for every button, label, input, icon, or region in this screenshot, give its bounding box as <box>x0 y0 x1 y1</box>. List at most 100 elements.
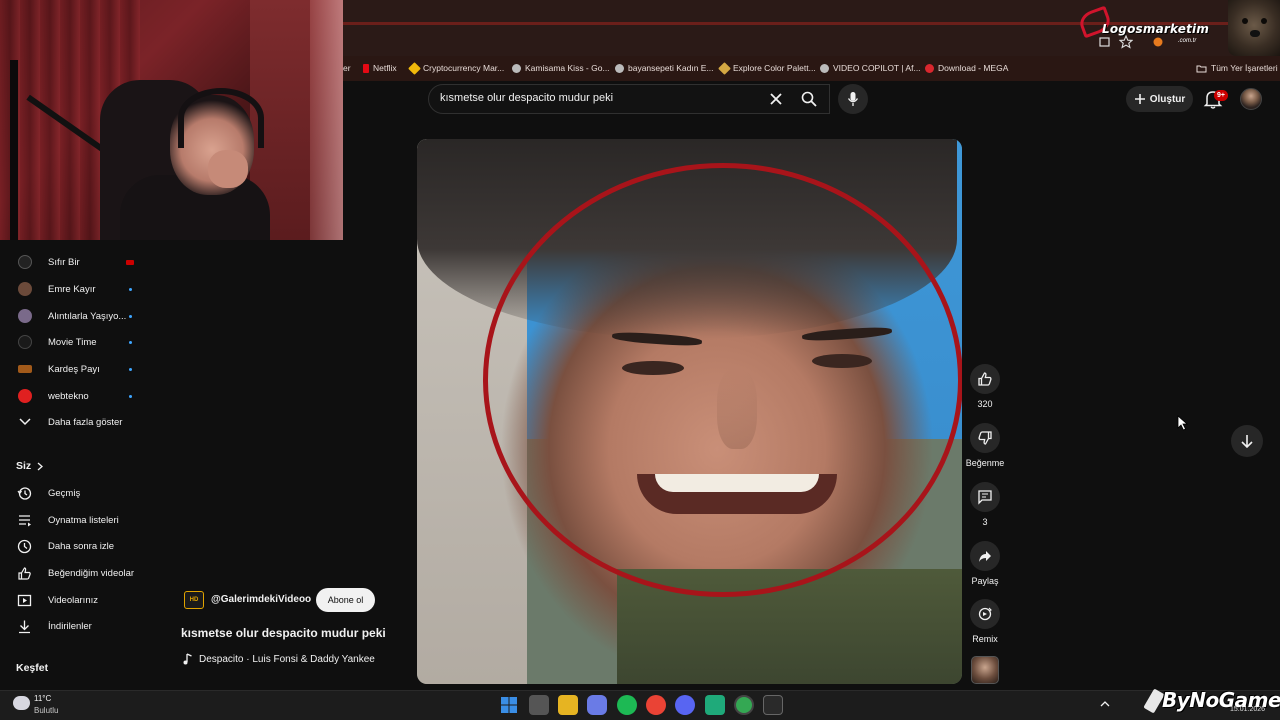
arrow-down-icon <box>1241 435 1253 448</box>
red-circle-highlight <box>483 163 962 597</box>
all-bookmarks-folder[interactable]: Tüm Yer İşaretleri <box>1196 63 1278 73</box>
search-button[interactable] <box>790 84 828 114</box>
next-short-button[interactable] <box>1231 425 1263 457</box>
sound-thumbnail[interactable] <box>971 656 999 684</box>
search-icon <box>801 91 817 107</box>
chevron-down-icon <box>17 415 32 430</box>
mega-icon <box>925 63 934 73</box>
bookmark-color-palette[interactable]: Explore Color Palett... <box>718 61 816 75</box>
create-button[interactable]: Oluştur <box>1126 86 1193 112</box>
new-content-dot <box>129 314 132 318</box>
channel-name: Sıfır Bir <box>48 256 80 268</box>
bookmark-netflix[interactable]: Netflix <box>363 63 397 73</box>
sidebar-item-watch-later[interactable]: Daha sonra izle <box>0 533 155 559</box>
like-button[interactable]: 320 <box>965 364 1005 409</box>
channel-avatar <box>17 335 32 350</box>
voice-search-button[interactable] <box>838 84 868 114</box>
bookmark-kamisama[interactable]: Kamisama Kiss - Go... <box>512 63 610 73</box>
comments-button[interactable]: 3 <box>965 482 1005 527</box>
bynogame-watermark: ByNoGame 15.01.2026 <box>1140 686 1280 720</box>
remix-button[interactable]: Remix <box>965 599 1005 644</box>
discord-icon[interactable] <box>675 695 695 715</box>
palette-icon <box>718 61 731 75</box>
channel-name: Emre Kayır <box>48 283 96 295</box>
new-content-dot <box>129 340 132 344</box>
you-heading-label: Siz <box>16 460 32 472</box>
dislike-label: Beğenme <box>965 458 1005 468</box>
epic-games-icon[interactable] <box>763 695 783 715</box>
thumbs-up-icon <box>978 372 992 386</box>
channel-name: Movie Time <box>48 336 97 348</box>
chevron-right-icon <box>37 462 44 470</box>
remix-icon <box>978 607 992 621</box>
sidebar-item-partial <box>0 238 155 244</box>
short-title: kısmetse olur despacito mudur peki <box>181 626 386 640</box>
account-avatar[interactable] <box>1240 88 1262 110</box>
spotify-icon[interactable] <box>617 695 637 715</box>
app-green-icon[interactable] <box>705 695 725 715</box>
music-label: Despacito · Luis Fonsi & Daddy Yankee <box>199 653 375 665</box>
dog-eye-left <box>1242 18 1248 24</box>
shorts-video-player[interactable] <box>417 139 962 684</box>
playlists-icon <box>17 513 32 528</box>
search-query[interactable]: kısmetse olur despacito mudur peki <box>440 92 613 104</box>
your-videos-label: Videolarınız <box>48 594 98 606</box>
sidebar-item-playlists[interactable]: Oynatma listeleri <box>0 507 155 533</box>
bookmark-label: er <box>343 63 351 73</box>
streamer-webcam <box>0 0 343 240</box>
bookmark-label: Netflix <box>373 63 397 73</box>
logosmarketim-logo: Logosmarketim .com.tr <box>1076 5 1220 50</box>
music-link[interactable]: Despacito · Luis Fonsi & Daddy Yankee <box>183 653 375 665</box>
downloads-label: İndirilenler <box>48 620 92 632</box>
sidebar-item-your-videos[interactable]: Videolarınız <box>0 587 155 613</box>
new-content-dot <box>129 287 132 291</box>
windows-start-icon[interactable] <box>499 695 519 715</box>
your-videos-icon <box>17 593 32 608</box>
bookmark-mega[interactable]: Download - MEGA <box>925 63 1008 73</box>
bookmark-item[interactable]: er <box>343 63 351 73</box>
weather-widget[interactable]: 11°C Bulutlu <box>13 693 93 717</box>
thumbs-down-icon <box>978 431 992 445</box>
channel-avatar <box>17 309 32 324</box>
chevron-up-icon[interactable] <box>1100 700 1110 708</box>
sidebar-subscription-kardes-payi[interactable]: Kardeş Payı <box>0 356 155 382</box>
task-view-icon[interactable] <box>529 695 549 715</box>
clear-search-icon[interactable] <box>767 90 785 108</box>
bookmark-bayansepeti[interactable]: bayansepeti Kadın E... <box>615 63 714 73</box>
dog-overlay-image <box>1228 0 1280 56</box>
sidebar-subscription-movie-time[interactable]: Movie Time <box>0 329 155 355</box>
share-icon <box>979 551 991 562</box>
sidebar-show-more[interactable]: Daha fazla göster <box>0 409 155 435</box>
subscribe-button[interactable]: Abone ol <box>316 588 375 612</box>
sidebar-subscription-emre-kayir[interactable]: Emre Kayır <box>0 276 155 302</box>
chrome-active-icon[interactable] <box>734 695 754 715</box>
history-icon <box>17 486 32 501</box>
liked-videos-icon <box>17 566 32 581</box>
file-explorer-icon[interactable] <box>558 695 578 715</box>
dislike-button[interactable]: Beğenme <box>965 423 1005 468</box>
chrome-icon[interactable] <box>646 695 666 715</box>
share-button[interactable]: Paylaş <box>965 541 1005 586</box>
like-count: 320 <box>977 399 993 409</box>
bookmark-video-copilot[interactable]: VIDEO COPILOT | Af... <box>820 63 921 73</box>
bookmark-label: bayansepeti Kadın E... <box>628 63 714 73</box>
sidebar-subscription-alintilarla[interactable]: Alıntılarla Yaşıyo... <box>0 303 155 329</box>
sidebar-subscription-sifir-bir[interactable]: Sıfır Bir <box>0 249 155 275</box>
sidebar-item-liked-videos[interactable]: Beğendiğim videolar <box>0 560 155 586</box>
channel-handle[interactable]: @GalerimdekiVideoo <box>211 594 311 605</box>
sidebar-subscription-webtekno[interactable]: webtekno <box>0 383 155 409</box>
sidebar-item-downloads[interactable]: İndirilenler <box>0 613 155 639</box>
microphone-icon <box>847 92 859 106</box>
sidebar-you-heading[interactable]: Siz <box>16 460 44 472</box>
channel-logo[interactable]: HD <box>184 591 204 609</box>
sidebar-item-history[interactable]: Geçmiş <box>0 480 155 506</box>
weather-condition: Bulutlu <box>34 706 59 715</box>
channel-name: webtekno <box>48 390 89 402</box>
all-bookmarks-label: Tüm Yer İşaretleri <box>1211 63 1278 73</box>
channel-avatar <box>17 389 32 404</box>
new-content-dot <box>129 367 132 371</box>
folder-icon <box>1196 65 1207 72</box>
bookmark-crypto[interactable]: Cryptocurrency Mar... <box>408 61 504 75</box>
copilot-icon[interactable] <box>587 695 607 715</box>
globe-icon <box>615 63 624 73</box>
